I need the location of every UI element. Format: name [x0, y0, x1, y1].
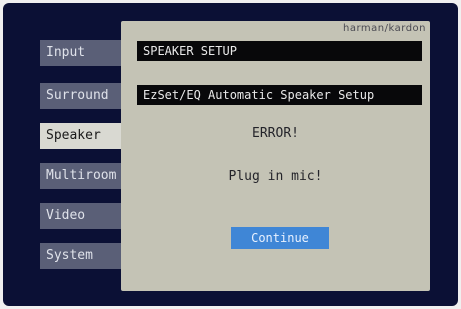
tv-screen: Input Surround Speaker Multiroom Video S…: [3, 3, 458, 306]
error-message: Plug in mic!: [228, 169, 323, 184]
speaker-setup-panel: harman/kardon SPEAKER SETUP EzSet/EQ Aut…: [121, 21, 430, 291]
error-heading: ERROR!: [252, 126, 299, 141]
panel-title: SPEAKER SETUP: [137, 41, 422, 61]
brand-logo: harman/kardon: [343, 23, 426, 34]
continue-button[interactable]: Continue: [231, 227, 329, 249]
panel-subtitle: EzSet/EQ Automatic Speaker Setup: [137, 85, 422, 105]
